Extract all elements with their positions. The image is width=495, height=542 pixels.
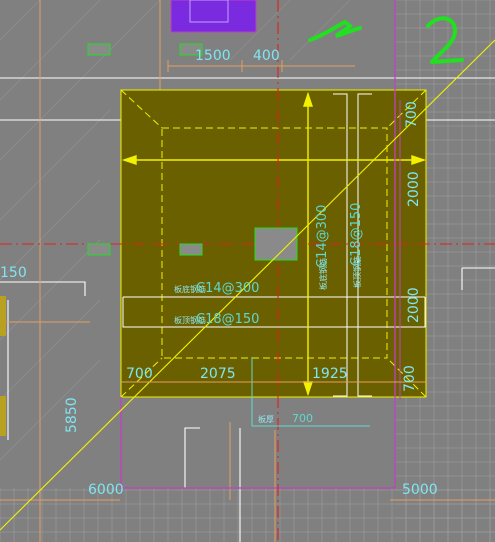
side-column-left-lower [0,396,6,436]
rebar-value-top-x: C18@150 [196,312,259,327]
slab-thickness-prefix: 板厚 [258,414,274,424]
rebar-value-bottom-x: C14@300 [196,281,259,296]
rebar-value-top-y: C18@150 [349,203,364,266]
dim-700-bottom-left: 700 [126,366,153,382]
dim-2000-lower: 2000 [406,287,422,323]
dim-6000: 6000 [88,482,124,498]
dim-1925: 1925 [312,366,348,382]
rebar-value-bottom-y: C14@300 [315,205,330,268]
dim-400: 400 [253,48,280,64]
dim-5000: 5000 [402,482,438,498]
dim-700-right: 700 [402,365,418,392]
dim-5850: 5850 [64,397,80,433]
dim-150-left: 150 [0,265,27,281]
handwritten-stroke [308,19,362,42]
slab-thickness-value: 700 [292,412,313,425]
column-top[interactable] [170,0,257,33]
dim-1500: 1500 [195,48,231,64]
dim-700-top: 700 [404,101,420,128]
side-column-left-upper [0,296,6,336]
dim-2000-upper: 2000 [406,171,422,207]
slab-thickness-note: 板厚 700 [258,412,313,425]
cad-drawing-canvas[interactable]: 1500 400 700 2000 2000 700 700 2075 1925… [0,0,495,542]
dim-2075: 2075 [200,366,236,382]
